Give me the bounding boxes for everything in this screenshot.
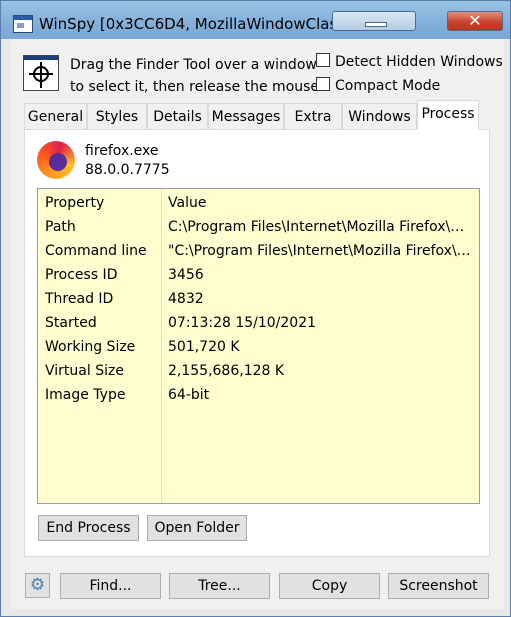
row-value: 2,155,686,128 K [168,363,285,379]
process-version: 88.0.0.7775 [85,162,170,178]
tab-windows[interactable]: Windows [342,103,417,129]
finder-instructions-line1: Drag the Finder Tool over a window [70,57,317,73]
row-property: Process ID [45,267,118,283]
list-row[interactable]: Process ID 3456 [38,263,479,287]
row-value: 64-bit [168,387,210,403]
tab-details[interactable]: Details [147,103,208,129]
row-value: "C:\Program Files\Internet\Mozilla Firef… [168,243,473,259]
compact-mode-checkbox[interactable] [316,77,330,91]
tab-general[interactable]: General [24,103,87,129]
finder-instructions-line2: to select it, then release the mouse [70,79,320,95]
list-row[interactable]: Working Size 501,720 K [38,335,479,359]
row-property: Path [45,219,76,235]
tree-button[interactable]: Tree... [169,573,270,599]
list-header: Property Value [38,191,479,215]
detect-hidden-option[interactable]: Detect Hidden Windows [316,53,503,70]
finder-instructions: Drag the Finder Tool over a window to se… [70,54,319,98]
list-row[interactable]: Started 07:13:28 15/10/2021 [38,311,479,335]
tab-styles[interactable]: Styles [87,103,147,129]
row-value: 4832 [168,291,204,307]
tab-messages[interactable]: Messages [208,103,284,129]
open-folder-button[interactable]: Open Folder [147,515,247,541]
row-value: 501,720 K [168,339,240,355]
row-value: C:\Program Files\Internet\Mozilla Firefo… [168,219,473,235]
row-property: Virtual Size [45,363,124,379]
row-value: 07:13:28 15/10/2021 [168,315,317,331]
list-row[interactable]: Virtual Size 2,155,686,128 K [38,359,479,383]
row-property: Working Size [45,339,136,355]
minimize-button[interactable] [332,11,416,31]
compact-mode-option[interactable]: Compact Mode [316,77,440,94]
process-properties-list[interactable]: Property Value Path C:\Program Files\Int… [37,188,480,504]
screenshot-button[interactable]: Screenshot [388,573,489,599]
row-property: Image Type [45,387,126,403]
find-button[interactable]: Find... [60,573,161,599]
row-property: Command line [45,243,147,259]
row-property: Started [45,315,97,331]
tab-process[interactable]: Process [417,100,479,130]
finder-tool-icon[interactable] [23,55,59,91]
header-property[interactable]: Property [45,191,104,215]
list-row[interactable]: Command line "C:\Program Files\Internet\… [38,239,479,263]
firefox-app-icon [37,141,75,179]
title-bar[interactable]: WinSpy [0x3CC6D4, MozillaWindowClass] ✕ [1,1,510,39]
copy-button[interactable]: Copy [279,573,380,599]
process-name: firefox.exe [85,143,159,159]
detect-hidden-label: Detect Hidden Windows [335,54,503,70]
tab-extra[interactable]: Extra [284,103,342,129]
detect-hidden-checkbox[interactable] [316,53,330,67]
list-row[interactable]: Thread ID 4832 [38,287,479,311]
window-title: WinSpy [0x3CC6D4, MozillaWindowClass] [39,15,351,33]
row-property: Thread ID [45,291,114,307]
compact-mode-label: Compact Mode [335,78,441,94]
list-row[interactable]: Image Type 64-bit [38,383,479,407]
winspy-window: WinSpy [0x3CC6D4, MozillaWindowClass] ✕ … [0,0,511,617]
close-button[interactable]: ✕ [447,11,503,31]
app-window-icon [13,15,33,33]
row-value: 3456 [168,267,204,283]
end-process-button[interactable]: End Process [38,515,139,541]
header-value[interactable]: Value [168,191,473,215]
gear-icon[interactable]: ⚙ [25,573,50,598]
list-row[interactable]: Path C:\Program Files\Internet\Mozilla F… [38,215,479,239]
